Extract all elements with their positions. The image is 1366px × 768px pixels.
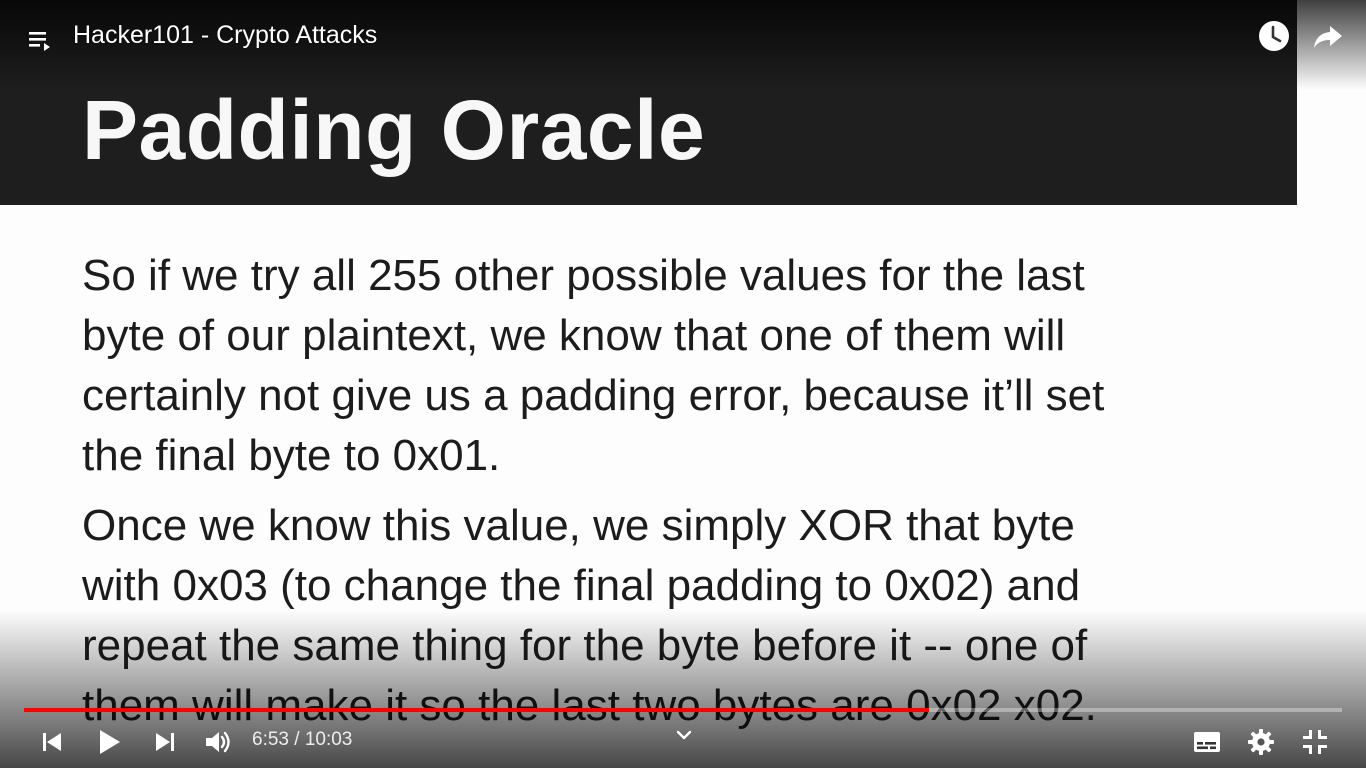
chevron-down-icon	[676, 730, 692, 740]
time-display: 6:53 / 10:03	[252, 729, 353, 750]
top-bar: Hacker101 - Crypto Attacks	[0, 0, 1366, 72]
exit-fullscreen-icon	[1303, 730, 1327, 754]
slide-line: repeat the same thing for the byte befor…	[82, 621, 1088, 670]
share-button[interactable]	[1308, 16, 1348, 56]
subtitles-icon	[1194, 732, 1220, 752]
progress-played	[24, 708, 930, 712]
slide-line: the final byte to 0x01.	[82, 431, 501, 480]
playlist-icon	[29, 32, 50, 51]
chevron-button[interactable]	[670, 726, 698, 746]
next-icon	[156, 733, 174, 751]
player-controls: 6:53 / 10:03	[0, 716, 1366, 766]
share-icon	[1314, 26, 1342, 48]
gear-icon	[1248, 729, 1274, 755]
previous-icon	[43, 733, 61, 751]
slide-body: So if we try all 255 other possible valu…	[82, 246, 1282, 746]
slide-line: So if we try all 255 other possible valu…	[82, 251, 1085, 300]
slide-line: byte of our plaintext, we know that one …	[82, 311, 1066, 360]
exit-fullscreen-button[interactable]	[1293, 722, 1337, 762]
progress-bar[interactable]	[24, 706, 1342, 714]
watch-later-button[interactable]	[1254, 16, 1294, 56]
clock-icon	[1259, 21, 1289, 51]
video-frame[interactable]: Padding Oracle So if we try all 255 othe…	[0, 0, 1366, 768]
slide-paragraph: So if we try all 255 other possible valu…	[82, 246, 1282, 486]
settings-button[interactable]	[1239, 722, 1283, 762]
slide-line: certainly not give us a padding error, b…	[82, 371, 1105, 420]
slide-line: Once we know this value, we simply XOR t…	[82, 501, 1075, 550]
volume-button[interactable]	[196, 722, 240, 762]
playlist-button[interactable]	[22, 22, 58, 58]
video-title[interactable]: Hacker101 - Crypto Attacks	[73, 21, 377, 50]
slide-title: Padding Oracle	[82, 83, 706, 177]
next-button[interactable]	[143, 722, 187, 762]
volume-icon	[206, 731, 230, 753]
play-button[interactable]	[86, 722, 130, 762]
previous-button[interactable]	[30, 722, 74, 762]
slide-paragraph: Once we know this value, we simply XOR t…	[82, 496, 1282, 736]
play-icon	[100, 730, 120, 754]
slide-line: with 0x03 (to change the final padding t…	[82, 561, 1081, 610]
captions-button[interactable]	[1185, 722, 1229, 762]
